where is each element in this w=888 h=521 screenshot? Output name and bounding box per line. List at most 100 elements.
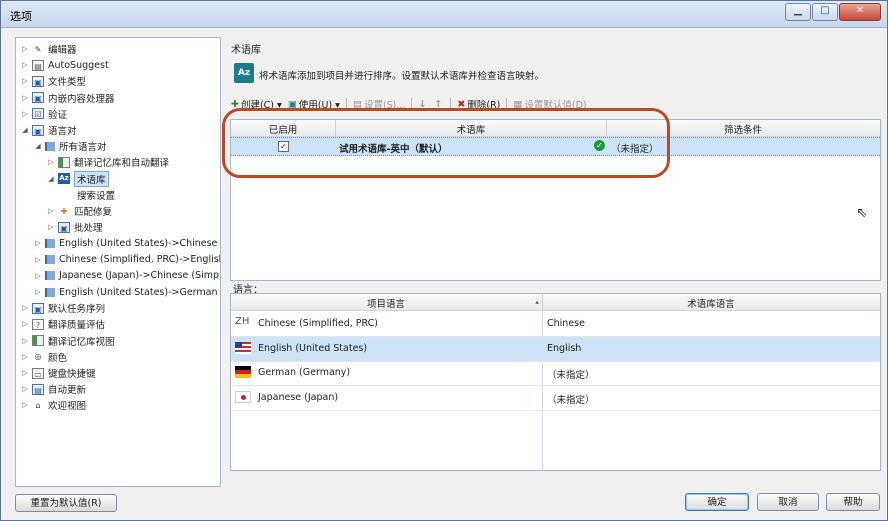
expand-toggle-icon[interactable]: ▷ — [34, 256, 42, 264]
table-row[interactable]: Japanese (Japan) （未指定） — [231, 386, 880, 411]
expand-toggle-icon[interactable]: ▷ — [47, 158, 55, 166]
enabled-checkbox[interactable]: ✓ — [278, 141, 289, 152]
table-row[interactable]: English (United States) English — [231, 336, 880, 362]
tree-item-label: 欢迎视图 — [48, 401, 87, 413]
tree-item[interactable]: ▷ ☑ 验证 — [21, 106, 67, 122]
tree-item[interactable]: ◢ 所有语言对 — [34, 138, 107, 154]
termbase-language[interactable]: （未指定） — [547, 367, 595, 381]
close-button[interactable]: ✕ — [839, 3, 881, 21]
tree-item-label: 翻译记忆库视图 — [48, 336, 115, 348]
column-header-termbase-language[interactable]: 术语库语言 — [543, 296, 879, 310]
termbase-grid[interactable]: 已启用 术语库 筛选条件 ✓ 试用术语库-英中（默认） ✓ （未指定） — [230, 119, 881, 281]
tree-item-label: 匹配修复 — [74, 207, 113, 218]
expand-toggle-icon[interactable]: ▷ — [21, 385, 29, 393]
set-default-button[interactable]: ▦ 设置默认值(D) — [513, 97, 586, 112]
expand-toggle-icon[interactable]: ▷ — [21, 337, 29, 345]
language-pairs-icon: ▣ — [32, 124, 44, 136]
de-flag-icon — [235, 366, 251, 378]
create-button[interactable]: ✚ 创建(C) ▾ — [231, 97, 282, 112]
expand-toggle-icon[interactable]: ▷ — [21, 353, 29, 361]
tree-item[interactable]: ▷ 翻译记忆库视图 — [21, 333, 115, 349]
expand-toggle-icon[interactable]: ▷ — [34, 288, 42, 296]
batch-icon: ▣ — [58, 221, 70, 233]
tree-item[interactable]: ▷ English (United States)->German ( — [34, 284, 220, 300]
tree-item-label: 所有语言对 — [59, 142, 107, 154]
reset-defaults-button[interactable]: 重置为默认值(R) — [15, 494, 117, 512]
verification-icon: ☑ — [32, 108, 44, 120]
tree-item[interactable]: ▷ ⌂ 欢迎视图 — [21, 397, 86, 413]
expand-toggle-icon[interactable]: ▷ — [47, 207, 55, 215]
title-bar[interactable]: 选项 ▁ □ ✕ — [1, 1, 887, 28]
tree-item[interactable]: ▷ English (United States)->Chinese ( — [34, 235, 221, 251]
tree-item[interactable]: ▷ ▭ 键盘快捷键 — [21, 365, 96, 381]
close-icon: ✕ — [855, 5, 865, 16]
tree-item[interactable]: ▷ ✎ 编辑器 — [21, 41, 77, 57]
expand-toggle-icon[interactable]: ▷ — [21, 401, 29, 409]
expand-toggle-icon[interactable]: ▷ — [21, 61, 29, 69]
toolbar-separator — [506, 97, 508, 111]
keyboard-icon: ▭ — [32, 367, 44, 379]
task-sequence-icon: ▣ — [32, 302, 44, 314]
termbase-description: 将术语库添加到项目并进行排序。设置默认术语库并检查语言映射。 — [259, 71, 545, 82]
tree-item[interactable]: ▷ ▣ 默认任务序列 — [21, 300, 105, 316]
tree-item[interactable]: ▷ ▤ AutoSuggest — [21, 57, 109, 73]
tree-item[interactable]: 搜索设置 — [60, 187, 115, 203]
tree-item[interactable]: ▷? 翻译质量评估 — [21, 316, 105, 332]
column-header-enabled[interactable]: 已启用 — [231, 122, 335, 136]
tree-item[interactable]: ▷ ◎ 颜色 — [21, 349, 67, 365]
column-header-filter[interactable]: 筛选条件 — [607, 122, 879, 136]
minimize-button[interactable]: ▁ — [785, 3, 811, 21]
termbase-language[interactable]: Chinese — [547, 318, 585, 329]
settings-button[interactable]: ▤ 设置(S)... — [353, 97, 406, 112]
tree-item[interactable]: ▷ ▣ 批处理 — [47, 219, 103, 235]
tree-item-label: English (United States)->Chinese ( — [59, 237, 221, 249]
maximize-icon: □ — [820, 5, 830, 16]
wrench-icon: ✚ — [60, 206, 68, 216]
expand-toggle-icon[interactable]: ◢ — [34, 142, 42, 150]
tree-item[interactable]: ◢ ▣ 语言对 — [21, 122, 77, 138]
cancel-button[interactable]: 取消 — [757, 493, 819, 511]
tree-item-label: 翻译记忆库和自动翻译 — [74, 158, 170, 170]
expand-toggle-icon[interactable]: ▷ — [21, 369, 29, 377]
move-up-button[interactable]: ↑ — [434, 99, 444, 110]
expand-toggle-icon[interactable]: ▷ — [34, 272, 42, 280]
tree-item[interactable]: ▷ 翻译记忆库和自动翻译 — [47, 154, 169, 170]
tree-item-label: 编辑器 — [48, 45, 77, 56]
column-header-project-language[interactable]: 项目语言 — [231, 296, 541, 310]
delete-button[interactable]: ✖ 删除(R) — [457, 97, 500, 112]
expand-toggle-icon[interactable]: ▷ — [21, 94, 29, 102]
expand-toggle-icon[interactable]: ◢ — [21, 126, 29, 134]
tree-item[interactable]: ▷ ▣ 文件类型 — [21, 73, 86, 89]
tree-item[interactable]: ▷ ▣ 内嵌内容处理器 — [21, 90, 115, 106]
expand-toggle-icon[interactable]: ▷ — [21, 77, 29, 85]
tree-item[interactable]: ▷ Japanese (Japan)->Chinese (Simpli — [34, 268, 220, 284]
expand-toggle-icon[interactable]: ▷ — [21, 320, 29, 328]
maximize-button[interactable]: □ — [812, 3, 838, 21]
tree-item-label: Chinese (Simplified, PRC)->English — [59, 254, 221, 266]
tree-item[interactable]: ▷ Chinese (Simplified, PRC)->English — [34, 252, 221, 268]
use-button[interactable]: ▣ 使用(U) ▾ — [288, 97, 340, 112]
expand-toggle-icon[interactable]: ▷ — [21, 304, 29, 312]
termbase-language[interactable]: （未指定） — [547, 392, 595, 406]
expand-toggle-icon[interactable]: ▷ — [21, 45, 29, 53]
column-header-termbase[interactable]: 术语库 — [336, 122, 606, 136]
settings-label: 设置(S)... — [363, 100, 406, 111]
termbase-language[interactable]: English — [547, 343, 581, 354]
tree-item[interactable]: ▷ ✚ 匹配修复 — [47, 203, 112, 219]
language-grid[interactable]: 项目语言 ▴ 术语库语言 ZH Chinese (Simplified, PRC)… — [230, 293, 881, 471]
arrow-up-icon: ↑ — [434, 98, 443, 110]
expand-toggle-icon[interactable]: ▷ — [34, 239, 42, 247]
table-row[interactable]: ✓ 试用术语库-英中（默认） ✓ （未指定） — [231, 137, 880, 156]
tree-item[interactable]: ▷ ▤ 自动更新 — [21, 381, 86, 397]
expand-toggle-icon[interactable]: ◢ — [47, 175, 55, 183]
expand-toggle-icon[interactable]: ▷ — [21, 110, 29, 118]
tree-item[interactable]: ◢ Az 术语库 — [47, 170, 109, 187]
move-down-button[interactable]: ↓ — [418, 99, 428, 110]
tree-item-label: 验证 — [48, 109, 68, 121]
ok-button[interactable]: 确定 — [685, 493, 749, 511]
table-row[interactable]: German (Germany) （未指定） — [231, 361, 880, 386]
help-button[interactable]: 帮助 — [826, 493, 880, 511]
table-row[interactable]: ZH Chinese (Simplified, PRC) Chinese — [231, 312, 880, 337]
options-tree[interactable]: ▷ ✎ 编辑器 ▷ ▤ AutoSuggest ▷ ▣ 文件类型 ▷ ▣ 内嵌内容处理器 ▷ ☑ 验证 ◢ ▣ 语… — [15, 37, 221, 487]
expand-toggle-icon[interactable]: ▷ — [47, 223, 55, 231]
